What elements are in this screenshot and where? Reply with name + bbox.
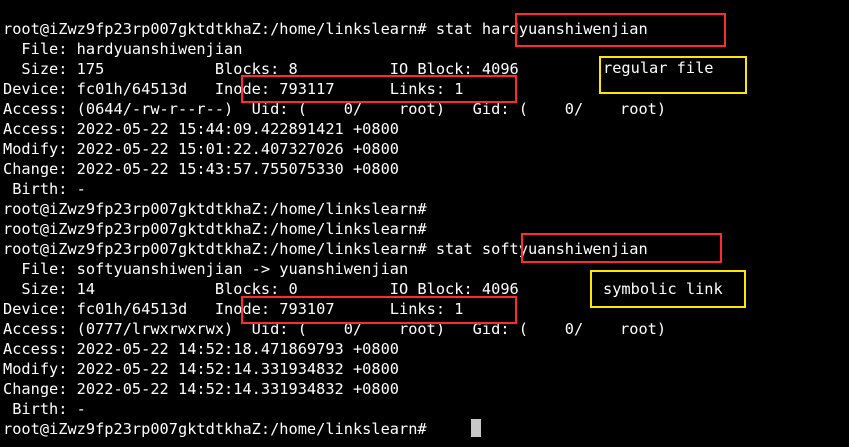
terminal-line: Device: fc01h/64513d Inode: 793117 Links… — [3, 80, 464, 98]
terminal-line: Access: 2022-05-22 14:52:18.471869793 +0… — [3, 340, 400, 358]
terminal-line: Modify: 2022-05-22 15:01:22.407327026 +0… — [3, 140, 400, 158]
terminal-line: Change: 2022-05-22 14:52:14.331934832 +0… — [3, 380, 400, 398]
terminal-line: root@iZwz9fp23rp007gktdtkhaZ:/home/links… — [3, 220, 427, 238]
terminal-line: Access: 2022-05-22 15:44:09.422891421 +0… — [3, 120, 400, 138]
file-type-note: regular file — [603, 59, 714, 77]
terminal-line: root@iZwz9fp23rp007gktdtkhaZ:/home/links… — [3, 20, 648, 38]
terminal-line: Birth: - — [3, 400, 86, 418]
terminal-line: Modify: 2022-05-22 14:52:14.331934832 +0… — [3, 360, 400, 378]
terminal-window[interactable]: root@iZwz9fp23rp007gktdtkhaZ:/home/links… — [0, 0, 849, 447]
terminal-line: root@iZwz9fp23rp007gktdtkhaZ:/home/links… — [3, 200, 427, 218]
terminal-line: Size: 14 Blocks: 0 IO Block: 4096 — [3, 280, 519, 298]
terminal-line: root@iZwz9fp23rp007gktdtkhaZ:/home/links… — [3, 240, 648, 258]
terminal-line: File: hardyuanshiwenjian — [3, 40, 243, 58]
terminal-line: Access: (0777/lrwxrwxrwx) Uid: ( 0/ root… — [3, 320, 667, 338]
terminal-line: Change: 2022-05-22 15:43:57.755075330 +0… — [3, 160, 400, 178]
terminal-line: File: softyuanshiwenjian -> yuanshiwenji… — [3, 260, 409, 278]
terminal-line: Birth: - — [3, 180, 86, 198]
terminal-line: Device: fc01h/64513d Inode: 793107 Links… — [3, 300, 464, 318]
file-type-note: symbolic link — [603, 280, 723, 298]
terminal-line: Size: 175 Blocks: 8 IO Block: 4096 — [3, 60, 519, 78]
terminal-prompt-line: root@iZwz9fp23rp007gktdtkhaZ:/home/links… — [3, 420, 427, 438]
terminal-line: Access: (0644/-rw-r--r--) Uid: ( 0/ root… — [3, 100, 667, 118]
terminal-cursor — [471, 419, 481, 437]
